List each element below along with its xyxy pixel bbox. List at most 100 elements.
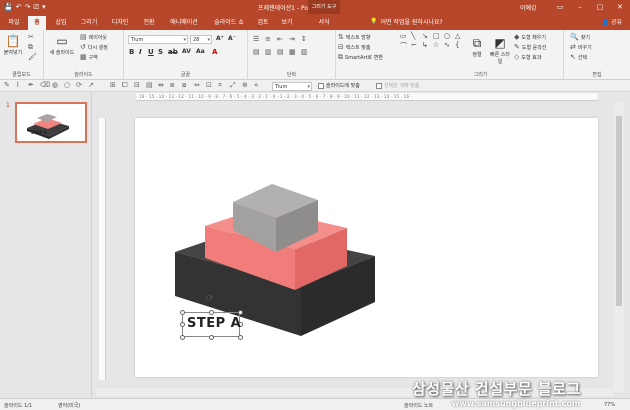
tab-review[interactable]: 검토 [254, 16, 272, 30]
arrow-shape-icon[interactable]: ↘ [422, 32, 432, 40]
columns-icon[interactable]: ▥ [301, 48, 308, 56]
step-a-text[interactable]: STEP A [187, 316, 241, 331]
present-icon[interactable]: ⎚ [33, 3, 39, 12]
new-slide-button[interactable]: ▭ 새 슬라이드 [48, 34, 76, 56]
group-objects-icon[interactable]: ⧠ [122, 81, 128, 90]
font-size-combo[interactable]: 28 ▾ [190, 35, 212, 44]
shape-fill-button[interactable]: ◆ 도형 채우기 [514, 33, 546, 41]
cut-icon[interactable]: ✂ [28, 33, 34, 41]
justify-icon[interactable]: ▦ [289, 48, 296, 56]
resize-handle-tr[interactable] [237, 309, 243, 315]
align-center-icon[interactable]: ▥ [265, 48, 272, 56]
shapes-gallery[interactable]: ▭ ╲ ↘ □ ○ △ ⌒ ⌐ ↳ ☆ ∿ { [400, 32, 460, 51]
align-left-icon[interactable]: ▤ [253, 48, 260, 56]
strikethrough-icon[interactable]: ab [168, 48, 178, 56]
user-name[interactable]: 이예강 [520, 3, 537, 12]
freeform-shape-icon[interactable]: ⌒ [400, 41, 410, 51]
resize-handle-tl[interactable] [179, 309, 185, 315]
redo-icon[interactable]: ↷ [25, 3, 31, 12]
rotate-tool-icon[interactable]: ⟳ [76, 81, 82, 89]
align-objects-icon[interactable]: ⊞ [110, 81, 116, 89]
zoom-level[interactable]: 77% [604, 402, 615, 408]
tell-me-search[interactable]: 💡 어떤 작업을 원하시나요? [370, 17, 443, 26]
italic-icon[interactable]: I [139, 48, 142, 56]
horizontal-ruler[interactable]: · 16 · 15 · 14 · 13 · 12 · 11 · 10 · 9 ·… [136, 93, 598, 101]
language-indicator[interactable]: 영어(미국) [58, 402, 80, 409]
fit-slide-checkbox[interactable]: 슬라이드에 맞춤 [318, 82, 360, 89]
rotate-handle-icon[interactable]: ⟳ [206, 294, 214, 304]
shape-effects-button[interactable]: ◇ 도형 효과 [514, 53, 541, 61]
resize-handle-bm[interactable] [208, 334, 214, 340]
shadow-icon[interactable]: S [158, 48, 163, 56]
grow-font-icon[interactable]: A⁺ [216, 35, 224, 42]
layout-button[interactable]: ▤ 레이아웃 [80, 33, 107, 41]
char-spacing-icon[interactable]: AV [182, 48, 191, 55]
tab-view[interactable]: 보기 [278, 16, 296, 30]
format-painter-icon[interactable]: 🖌 [28, 53, 37, 61]
resize-handle-tm[interactable] [208, 309, 214, 315]
save-icon[interactable]: 💾 [4, 3, 13, 12]
ribbon-display-icon[interactable]: ▭ [550, 0, 570, 14]
select-button[interactable]: ↖ 선택 [570, 53, 587, 61]
tab-home[interactable]: 홈 [28, 16, 46, 30]
align-text-button[interactable]: ⊟ 텍스트 맞춤 [338, 43, 370, 51]
edit-points-icon[interactable]: ⋄ [254, 81, 258, 89]
eraser-icon[interactable]: ⌫ [40, 81, 50, 89]
font-name-combo[interactable]: Tium ▾ [128, 35, 188, 44]
section-button[interactable]: ▦ 구역 [80, 53, 98, 61]
send-backward-icon[interactable]: ⧇ [182, 81, 186, 90]
lasso-icon[interactable]: ⌇ [16, 81, 19, 89]
pen-tool-icon[interactable]: ✒ [28, 81, 34, 89]
text-direction-button[interactable]: ⇅ 텍스트 방향 [338, 33, 370, 41]
share-button[interactable]: 👤 공유 [602, 17, 622, 26]
line-spacing-icon[interactable]: ↕ [301, 35, 307, 43]
line-shape-icon[interactable]: ╲ [411, 32, 421, 40]
bring-forward-icon[interactable]: ⧈ [170, 81, 174, 90]
close-icon[interactable]: ✕ [610, 0, 630, 14]
paste-button[interactable]: 📋 붙여넣기 [2, 34, 24, 56]
toolbar-font-combo[interactable]: Tium ▾ [272, 81, 312, 91]
resize-handle-ml[interactable] [179, 322, 185, 327]
decrease-indent-icon[interactable]: ⇤ [277, 35, 283, 43]
triangle-shape-icon[interactable]: △ [455, 32, 465, 40]
vertical-scrollbar[interactable] [614, 102, 624, 392]
shrink-font-icon[interactable]: A⁻ [228, 35, 236, 42]
slide-canvas[interactable]: ⟳ STEP A [135, 118, 598, 377]
connector-shape-icon[interactable]: ↳ [422, 41, 432, 51]
ungroup-objects-icon[interactable]: ⊟ [134, 81, 140, 89]
curve-shape-icon[interactable]: ∿ [444, 41, 454, 51]
arrange-button[interactable]: ⧉ 정렬 [468, 36, 486, 58]
reset-button[interactable]: ↺ 다시 설정 [80, 43, 108, 51]
align-right-icon[interactable]: ▤ [277, 48, 284, 56]
copy-icon[interactable]: ⧉ [28, 43, 33, 52]
font-color-icon[interactable]: A [212, 48, 217, 56]
increase-indent-icon[interactable]: ⇥ [289, 35, 295, 43]
notes-button[interactable]: 슬라이드 노트 [404, 402, 433, 409]
oval-shape-icon[interactable]: ○ [444, 32, 454, 40]
shape-outline-tool-icon[interactable]: ○ [64, 81, 70, 89]
bold-icon[interactable]: B [129, 48, 134, 56]
tab-draw[interactable]: 그리기 [76, 16, 102, 30]
numbering-icon[interactable]: ≡ [265, 35, 271, 43]
text-box-icon[interactable]: ▤ [146, 81, 153, 89]
rectangle2-shape-icon[interactable]: □ [433, 32, 443, 40]
tab-format[interactable]: 서식 [310, 16, 338, 30]
resize-handle-bl[interactable] [179, 334, 185, 340]
replace-button[interactable]: ⇄ 바꾸기 [570, 43, 592, 51]
star-shape-icon[interactable]: ☆ [433, 41, 443, 51]
flip-icon[interactable]: ⇔ [194, 81, 200, 89]
lock-icon[interactable]: ⊡ [206, 81, 212, 89]
tab-transitions[interactable]: 전환 [138, 16, 160, 30]
maximize-icon[interactable]: ▢ [590, 0, 610, 14]
bracket-shape-icon[interactable]: ⌐ [411, 41, 421, 51]
arrow-tool-icon[interactable]: ↗ [88, 81, 94, 89]
tab-insert[interactable]: 삽입 [50, 16, 72, 30]
tab-slideshow[interactable]: 슬라이드 쇼 [208, 16, 250, 30]
merge-shapes-icon[interactable]: ⊕ [242, 81, 248, 89]
change-case-icon[interactable]: Aa [196, 48, 205, 55]
slide-thumbnail-1[interactable]: STEP A [15, 102, 87, 143]
brace-shape-icon[interactable]: { [455, 41, 465, 51]
color-picker-icon[interactable]: ◍ [52, 81, 58, 89]
distribute-icon[interactable]: ⇹ [158, 81, 164, 89]
resize-handle-br[interactable] [237, 334, 243, 340]
